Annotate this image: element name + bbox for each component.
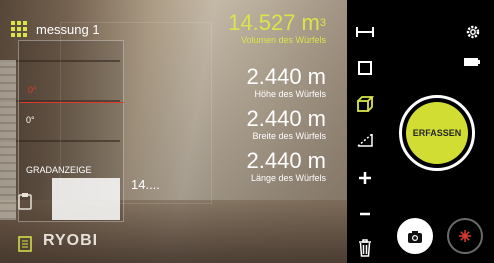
lower-angle-reading: 0°	[26, 115, 35, 125]
height-readout: 2.440 m Höhe des Würfels	[246, 64, 327, 100]
camera-button[interactable]	[397, 218, 433, 254]
width-readout: 2.440 m Breite des Würfels	[246, 106, 327, 142]
length-label: Länge des Würfels	[250, 173, 326, 183]
gradient-title: GRADANZEIGE	[26, 165, 92, 175]
ruler-strip	[0, 60, 16, 220]
minus-icon[interactable]	[353, 202, 377, 226]
length-readout: 2.440 m Länge des Würfels	[246, 148, 327, 184]
volume-value: 14.527 m3	[228, 12, 326, 34]
angle-icon[interactable]	[353, 128, 377, 152]
volume-label: Volumen des Würfels	[240, 35, 326, 45]
cube-volume-icon[interactable]	[353, 92, 377, 116]
volume-readout: 14.527 m3 Volumen des Würfels	[228, 12, 326, 46]
grid-menu-icon[interactable]	[10, 20, 28, 38]
camera-icon	[407, 230, 423, 249]
page-title[interactable]: messung 1	[36, 22, 100, 37]
angle-indicator-line	[20, 102, 124, 103]
measurement-toolbar	[347, 0, 383, 263]
battery-icon	[463, 54, 481, 72]
brand-logo: RYOBI	[43, 232, 99, 249]
laser-button[interactable]	[447, 218, 483, 254]
square-area-icon[interactable]	[353, 56, 377, 80]
clipboard-icon[interactable]	[17, 192, 33, 215]
width-label: Breite des Würfels	[252, 131, 326, 141]
volume-value-text: 14.527 m	[228, 10, 320, 35]
gradient-preview	[52, 178, 120, 220]
laser-icon	[458, 229, 472, 248]
length-value: 2.440 m	[246, 148, 327, 173]
width-value: 2.440 m	[246, 106, 327, 131]
line-measure-icon[interactable]	[353, 20, 377, 44]
gear-icon[interactable]	[465, 24, 481, 45]
plus-icon[interactable]	[353, 166, 377, 190]
height-label: Höhe des Würfels	[254, 89, 326, 99]
header: messung 1	[10, 20, 100, 38]
height-value: 2.440 m	[246, 64, 327, 89]
capture-label: ERFASSEN	[406, 102, 468, 164]
upper-angle-reading: 0°	[28, 85, 37, 95]
trash-icon[interactable]	[353, 236, 377, 260]
capture-button[interactable]: ERFASSEN	[399, 95, 475, 171]
document-icon[interactable]	[17, 236, 33, 257]
secondary-value: 14....	[131, 177, 160, 192]
volume-unit-superscript: 3	[319, 17, 326, 29]
